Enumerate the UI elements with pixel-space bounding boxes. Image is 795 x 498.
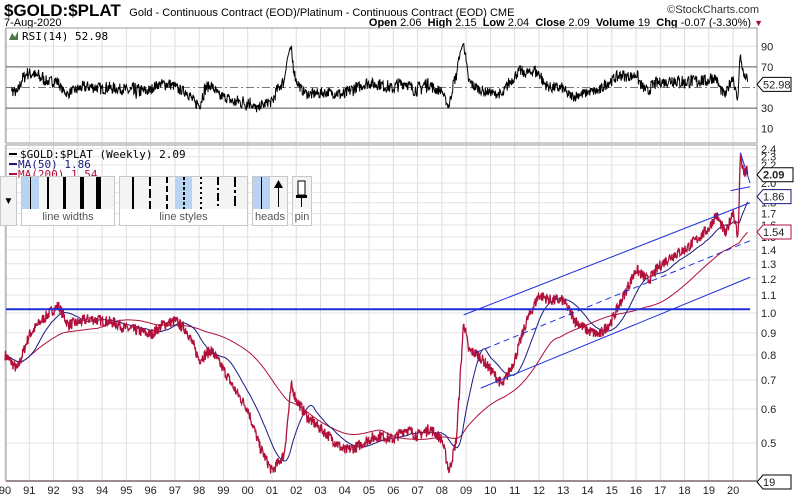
trendline [463,202,751,316]
x-tick-label: 98 [193,485,205,497]
line-width-3[interactable] [56,177,73,209]
x-tick-label: 17 [654,485,666,497]
rsi-indicator-icon [9,31,18,40]
price-value-tag: 2.09 [763,170,784,182]
line-styles-panel: line styles [119,176,248,226]
price-chart[interactable]: 2.42.32.22.01.91.81.71.61.51.41.31.21.11… [0,0,795,498]
grid [4,28,757,482]
y-tick-label: 1.0 [761,308,776,320]
ma200-value-tag: 1.54 [763,227,784,239]
line-style-long-dash[interactable] [141,177,158,209]
rsi-legend: RSI(14) 52.98 [22,30,108,43]
heads-label: heads [253,209,287,225]
x-tick-label: 00 [242,485,254,497]
line-width-1[interactable] [22,177,39,209]
x-tick-label: 99 [217,485,229,497]
x-tick-label: 08 [436,485,448,497]
x-tick-label: 90 [0,485,11,497]
x-tick-label: 20 [727,485,739,497]
rsi-tick-label: 90 [761,41,773,53]
line-style-solid[interactable] [124,177,141,209]
volume-value-tag: 19 [763,477,775,489]
x-tick-label: 93 [72,485,84,497]
pin-label: pin [293,209,311,225]
y-tick-label: 1.3 [761,259,776,271]
x-tick-label: 19 [703,485,715,497]
arrow-up-icon[interactable] [270,177,287,209]
x-axis-ticks: 90 91 92 93 94 95 96 97 98 99 00 01 02 03 04 05 06 07 08 09… [0,485,739,497]
y-tick-label: 0.9 [761,328,776,340]
y-tick-label: 1.2 [761,274,776,286]
line-style-short-dash[interactable] [175,177,192,209]
line-width-2[interactable] [39,177,56,209]
pin-panel[interactable]: pin [292,176,312,226]
line-styles-label: line styles [120,209,247,225]
x-tick-label: 04 [339,485,351,497]
x-tick-label: 09 [460,485,472,497]
rsi-line [11,43,749,113]
x-tick-label: 97 [169,485,181,497]
line-widths-label: line widths [22,209,114,225]
rsi-tick-label: 10 [761,124,773,136]
x-tick-label: 18 [678,485,690,497]
line-style-long-short[interactable] [226,177,243,209]
pin-icon[interactable] [293,177,310,209]
x-tick-label: 07 [411,485,423,497]
y-tick-label: 0.5 [761,438,776,450]
x-tick-label: 10 [484,485,496,497]
y-tick-label: 1.7 [761,208,776,220]
x-tick-label: 06 [387,485,399,497]
x-tick-label: 05 [363,485,375,497]
x-tick-label: 13 [557,485,569,497]
x-tick-label: 91 [23,485,35,497]
rsi-tick-label: 30 [761,103,773,115]
y-tick-label: 0.7 [761,375,776,387]
x-tick-label: 14 [581,485,593,497]
line-widths-panel: line widths [21,176,115,226]
dropdown-arrow-icon: ▼ [3,195,14,207]
line-style-dash-dot[interactable] [209,177,226,209]
x-tick-label: 15 [606,485,618,497]
x-tick-label: 01 [266,485,278,497]
y-tick-label: 1.1 [761,290,776,302]
ma50-value-tag: 1.86 [763,192,784,204]
line-style-dash[interactable] [158,177,175,209]
line-width-5[interactable] [90,177,107,209]
head-none[interactable] [253,177,270,209]
y-tick-label: 0.8 [761,350,776,362]
y-tick-label: 1.4 [761,245,776,257]
line-style-dot[interactable] [192,177,209,209]
x-tick-label: 11 [509,485,520,497]
x-tick-label: 16 [630,485,642,497]
annotation-toolbar: ▼ line widths line styles heads pin [0,176,312,226]
heads-panel: heads [252,176,288,226]
toolbar-dropdown[interactable]: ▼ [0,176,17,226]
y-tick-label: 0.6 [761,404,776,416]
line-width-4[interactable] [73,177,90,209]
x-tick-label: 95 [120,485,132,497]
y-axis-ticks: 2.42.32.22.01.91.81.71.61.51.41.31.21.11… [761,41,776,450]
rsi-value-tag: 52.98 [763,79,791,91]
x-tick-label: 94 [96,485,108,497]
x-tick-label: 03 [314,485,326,497]
x-tick-label: 12 [533,485,545,497]
x-tick-label: 02 [290,485,302,497]
x-tick-label: 92 [47,485,59,497]
rsi-tick-label: 70 [761,62,773,74]
x-tick-label: 96 [144,485,156,497]
